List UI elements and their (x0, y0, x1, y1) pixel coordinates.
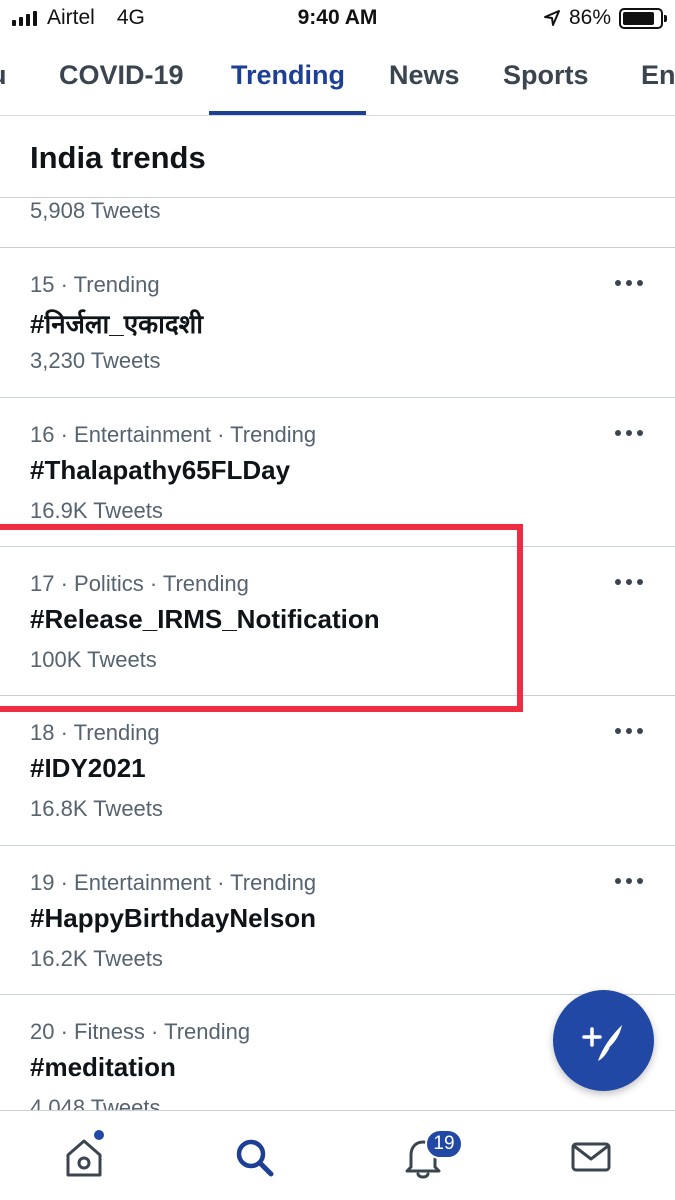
section-title: India trends (30, 140, 206, 175)
trend-count: 16.8K Tweets (30, 796, 163, 821)
tab-trending[interactable]: Trending (231, 60, 345, 91)
trend-name: #HappyBirthdayNelson (30, 903, 317, 933)
trend-name: #IDY2021 (30, 753, 146, 783)
battery-fill (623, 11, 654, 25)
search-icon (236, 1139, 274, 1177)
bottom-navigation: 19 (0, 1110, 675, 1200)
trend-name: #निर्जला_एकादशी (30, 309, 204, 339)
highlight-annotation-box (0, 524, 523, 712)
tab-partial-left[interactable]: u (0, 60, 7, 91)
compose-feather-icon (581, 1024, 622, 1061)
trend-meta: 18 · Trending (30, 720, 160, 745)
trend-meta: 15 · Trending (30, 272, 160, 297)
tab-news[interactable]: News (389, 60, 460, 91)
trend-item[interactable]: 15 · Trending #निर्जला_एकादशी 3,230 Twee… (0, 248, 675, 396)
explore-tabs: u COVID-19 Trending News Sports Ent (0, 38, 675, 116)
more-options-icon[interactable] (615, 726, 643, 736)
home-icon (66, 1139, 102, 1177)
status-right: 86% (543, 6, 667, 30)
notifications-badge: 19 (425, 1129, 463, 1159)
trend-count: 16.9K Tweets (30, 498, 163, 523)
battery-percent: 86% (568, 6, 611, 29)
trend-count: 16.2K Tweets (30, 946, 163, 971)
trend-meta: 16 · Entertainment · Trending (30, 422, 317, 447)
tab-entertainment[interactable]: Ent (641, 60, 675, 91)
trend-meta: 20 · Fitness · Trending (30, 1019, 251, 1044)
partial-trend-count: 5,908 Tweets (30, 198, 161, 223)
nav-search[interactable] (230, 1133, 278, 1181)
more-options-icon[interactable] (615, 876, 643, 886)
more-options-icon[interactable] (615, 577, 643, 587)
nav-messages[interactable] (567, 1133, 615, 1181)
trend-item[interactable]: 19 · Entertainment · Trending #HappyBirt… (0, 846, 675, 994)
more-options-icon[interactable] (615, 428, 643, 438)
trend-name: #meditation (30, 1052, 176, 1082)
more-options-icon[interactable] (615, 278, 643, 288)
location-arrow-icon (543, 10, 560, 26)
compose-tweet-button[interactable] (553, 990, 654, 1091)
nav-home[interactable] (60, 1133, 108, 1181)
tab-covid-19[interactable]: COVID-19 (59, 60, 184, 91)
tab-sports[interactable]: Sports (503, 60, 589, 91)
trend-name: #Thalapathy65FLDay (30, 455, 291, 485)
trend-meta: 19 · Entertainment · Trending (30, 870, 317, 895)
battery-icon (619, 7, 667, 29)
home-unread-dot (94, 1130, 104, 1140)
active-tab-indicator (209, 111, 366, 115)
trend-item[interactable]: 18 · Trending #IDY2021 16.8K Tweets (0, 696, 675, 844)
status-bar: Airtel 4G 9:40 AM 86% (0, 0, 675, 38)
mail-icon (571, 1142, 611, 1172)
trend-count: 3,230 Tweets (30, 348, 161, 373)
